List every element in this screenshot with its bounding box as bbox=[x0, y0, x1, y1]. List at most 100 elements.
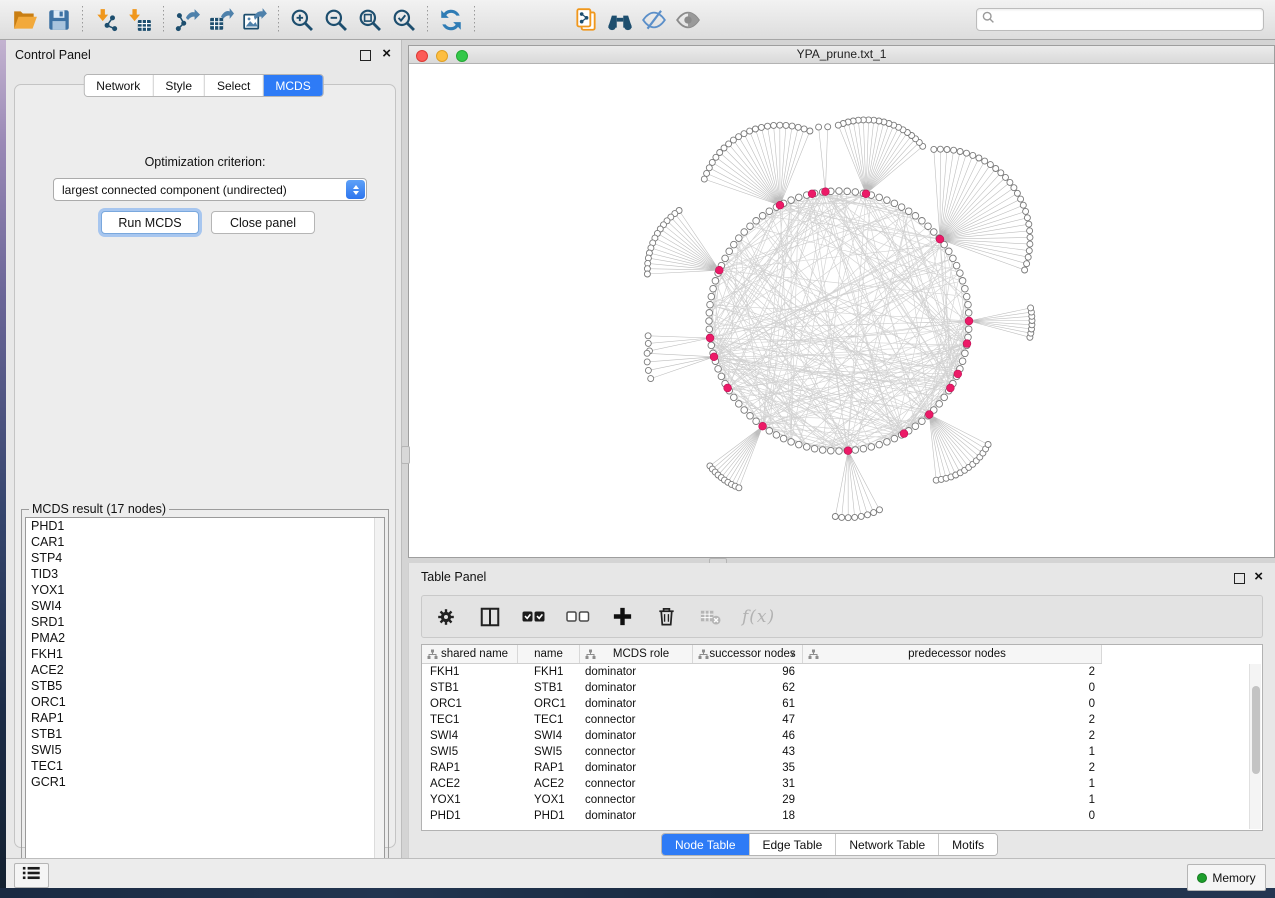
mcds-list-item[interactable]: TID3 bbox=[26, 566, 384, 582]
import-table-icon[interactable] bbox=[125, 5, 155, 35]
table-row[interactable]: RAP1RAP1dominator352 bbox=[422, 760, 1102, 776]
table-toolbar: f(x) bbox=[421, 595, 1263, 638]
hide-selected-icon[interactable] bbox=[639, 5, 669, 35]
table-row[interactable]: ORC1ORC1dominator610 bbox=[422, 696, 1102, 712]
column-header-MCDS-role[interactable]: MCDS role bbox=[580, 645, 693, 663]
search-input[interactable] bbox=[999, 12, 1263, 28]
tab-select[interactable]: Select bbox=[205, 75, 263, 96]
mcds-list-scrollbar[interactable] bbox=[374, 518, 384, 878]
network-window-titlebar[interactable]: YPA_prune.txt_1 bbox=[409, 46, 1274, 64]
close-panel-icon[interactable]: × bbox=[382, 45, 391, 63]
cell-predecessor-nodes: 2 bbox=[803, 728, 1102, 744]
table-scrollbar-thumb[interactable] bbox=[1252, 686, 1260, 774]
mcds-list-item[interactable]: PMA2 bbox=[26, 630, 384, 646]
cell-shared-name: SWI5 bbox=[422, 744, 518, 760]
memory-button[interactable]: Memory bbox=[1187, 864, 1266, 891]
mcds-list-item[interactable]: CAR1 bbox=[26, 534, 384, 550]
mcds-list-item[interactable]: SWI5 bbox=[26, 742, 384, 758]
mcds-list-item[interactable]: SWI4 bbox=[26, 598, 384, 614]
table-row[interactable]: SWI5SWI5connector431 bbox=[422, 744, 1102, 760]
cell-name: ACE2 bbox=[518, 776, 580, 792]
network-canvas[interactable] bbox=[409, 63, 1274, 557]
zoom-in-icon[interactable] bbox=[287, 5, 317, 35]
toolbar-separator bbox=[278, 6, 279, 34]
tab-style[interactable]: Style bbox=[153, 75, 205, 96]
import-network-icon[interactable] bbox=[91, 5, 121, 35]
table-row[interactable]: ACE2ACE2connector311 bbox=[422, 776, 1102, 792]
tab-edge-table[interactable]: Edge Table bbox=[750, 834, 837, 855]
run-mcds-button[interactable]: Run MCDS bbox=[101, 211, 199, 234]
close-panel-icon[interactable]: × bbox=[1254, 568, 1263, 586]
deselect-all-icon[interactable] bbox=[566, 605, 590, 629]
toolbar-separator bbox=[163, 6, 164, 34]
column-header-name[interactable]: name bbox=[518, 645, 580, 663]
mcds-list-item[interactable]: ACE2 bbox=[26, 662, 384, 678]
network-view-window[interactable]: YPA_prune.txt_1 bbox=[408, 45, 1275, 558]
mcds-list-item[interactable]: STB1 bbox=[26, 726, 384, 742]
export-table-icon[interactable] bbox=[206, 5, 236, 35]
tab-mcds[interactable]: MCDS bbox=[263, 75, 322, 96]
export-network-icon[interactable] bbox=[172, 5, 202, 35]
tab-motifs[interactable]: Motifs bbox=[939, 834, 997, 855]
mcds-list-item[interactable]: STP4 bbox=[26, 550, 384, 566]
columns-icon[interactable] bbox=[478, 605, 502, 629]
mcds-list-item[interactable]: PHD1 bbox=[26, 518, 384, 534]
mcds-list-item[interactable]: TEC1 bbox=[26, 758, 384, 774]
cell-shared-name: YOX1 bbox=[422, 792, 518, 808]
column-header-shared-name[interactable]: shared name bbox=[422, 645, 518, 663]
table-row[interactable]: SWI4SWI4dominator462 bbox=[422, 728, 1102, 744]
zoom-selected-icon[interactable] bbox=[389, 5, 419, 35]
mcds-list-item[interactable]: YOX1 bbox=[26, 582, 384, 598]
search-network-icon[interactable] bbox=[605, 5, 635, 35]
float-window-icon[interactable] bbox=[360, 50, 371, 61]
table-row[interactable]: YOX1YOX1connector291 bbox=[422, 792, 1102, 808]
export-image-icon[interactable] bbox=[240, 5, 270, 35]
zoom-out-icon[interactable] bbox=[321, 5, 351, 35]
mcds-list-item[interactable]: RAP1 bbox=[26, 710, 384, 726]
dropdown-stepper-icon bbox=[346, 180, 365, 199]
save-icon[interactable] bbox=[44, 5, 74, 35]
criterion-dropdown[interactable]: largest connected component (undirected) bbox=[53, 178, 367, 201]
settings-icon[interactable] bbox=[434, 605, 458, 629]
close-panel-button[interactable]: Close panel bbox=[211, 211, 315, 234]
refresh-icon[interactable] bbox=[436, 5, 466, 35]
table-row[interactable]: FKH1FKH1dominator962 bbox=[422, 664, 1102, 680]
cell-predecessor-nodes: 1 bbox=[803, 744, 1102, 760]
cell-shared-name: RAP1 bbox=[422, 760, 518, 776]
mcds-list-item[interactable]: STB5 bbox=[26, 678, 384, 694]
mcds-list-item[interactable]: ORC1 bbox=[26, 694, 384, 710]
delete-table-icon bbox=[698, 605, 722, 629]
column-header-predecessor-nodes[interactable]: predecessor nodes bbox=[803, 645, 1102, 663]
cell-successor-nodes: 35 bbox=[693, 760, 803, 776]
mcds-list-item[interactable]: GCR1 bbox=[26, 774, 384, 790]
tab-network[interactable]: Network bbox=[84, 75, 153, 96]
cell-successor-nodes: 29 bbox=[693, 792, 803, 808]
table-row[interactable]: PHD1PHD1dominator180 bbox=[422, 808, 1102, 824]
zoom-fit-icon[interactable] bbox=[355, 5, 385, 35]
mcds-result-title: MCDS result (17 nodes) bbox=[29, 502, 169, 516]
memory-status-icon bbox=[1197, 873, 1207, 883]
mcds-result-list[interactable]: PHD1CAR1STP4TID3YOX1SWI4SRD1PMA2FKH1ACE2… bbox=[25, 517, 385, 879]
share-document-icon[interactable] bbox=[571, 5, 601, 35]
show-all-icon[interactable] bbox=[673, 5, 703, 35]
float-window-icon[interactable] bbox=[1234, 573, 1245, 584]
table-panel: Table Panel × f(x) shared namenameMCDS r… bbox=[408, 563, 1275, 858]
mcds-list-item[interactable]: SRD1 bbox=[26, 614, 384, 630]
table-row[interactable]: STB1STB1dominator620 bbox=[422, 680, 1102, 696]
mcds-list-item[interactable]: FKH1 bbox=[26, 646, 384, 662]
cell-shared-name: ORC1 bbox=[422, 696, 518, 712]
cell-predecessor-nodes: 2 bbox=[803, 712, 1102, 728]
tab-node-table[interactable]: Node Table bbox=[662, 834, 750, 855]
column-header-successor-nodes[interactable]: successor nodes∨ bbox=[693, 645, 803, 663]
mcds-tab-content: Optimization criterion: largest connecte… bbox=[14, 84, 396, 848]
add-column-icon[interactable] bbox=[610, 605, 634, 629]
search-box[interactable] bbox=[976, 8, 1264, 31]
tab-network-table[interactable]: Network Table bbox=[836, 834, 939, 855]
table-row[interactable]: TEC1TEC1connector472 bbox=[422, 712, 1102, 728]
table-scrollbar[interactable] bbox=[1249, 664, 1261, 829]
vertical-splitter-grip[interactable] bbox=[401, 446, 410, 464]
open-folder-icon[interactable] bbox=[10, 5, 40, 35]
task-history-button[interactable] bbox=[14, 863, 49, 888]
select-all-icon[interactable] bbox=[522, 605, 546, 629]
delete-column-icon[interactable] bbox=[654, 605, 678, 629]
